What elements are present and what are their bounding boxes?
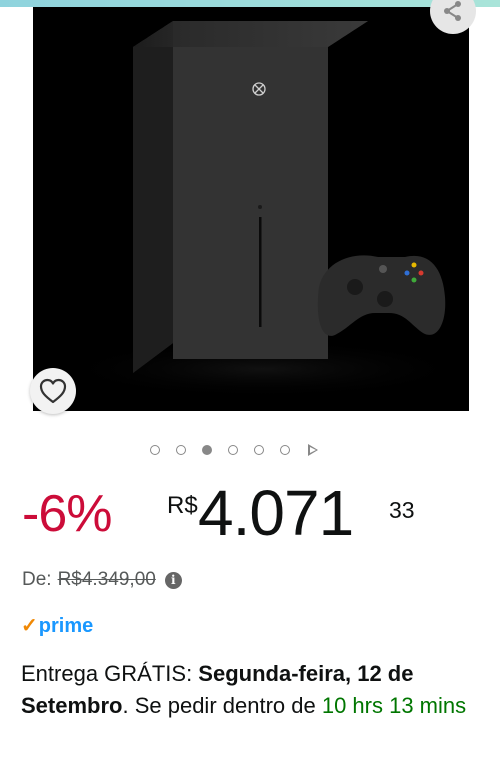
price-currency: R$ [167, 492, 198, 519]
delivery-countdown: 10 hrs 13 mins [321, 693, 467, 718]
top-color-bar [0, 0, 500, 7]
carousel-dot-active[interactable] [202, 445, 212, 455]
price-fraction: 33 [389, 497, 415, 523]
xbox-series-x-photo [33, 7, 469, 411]
delivery-middle: . Se pedir dentro de [122, 693, 322, 718]
price-whole: 4.071 [198, 477, 354, 549]
favorite-button[interactable] [30, 368, 76, 414]
list-price: De: R$4.349,00 i [22, 569, 182, 591]
list-price-label: De: [22, 569, 52, 590]
prime-badge: ✓ prime [21, 616, 93, 636]
product-image[interactable] [33, 7, 469, 411]
carousel-next-icon[interactable] [308, 444, 318, 456]
image-carousel-indicator [150, 444, 318, 456]
carousel-dot[interactable] [254, 445, 264, 455]
carousel-dot[interactable] [228, 445, 238, 455]
discount-percentage: -6% [22, 485, 112, 543]
delivery-prefix: Entrega GRÁTIS: [21, 661, 199, 686]
prime-label: prime [38, 615, 94, 637]
carousel-dot[interactable] [150, 445, 160, 455]
info-icon[interactable]: i [164, 571, 182, 589]
share-icon [444, 1, 461, 21]
delivery-message: Entrega GRÁTIS: Segunda-feira, 12 de Set… [21, 658, 491, 722]
carousel-dot[interactable] [176, 445, 186, 455]
carousel-dot[interactable] [280, 445, 290, 455]
list-price-value: R$4.349,00 [57, 569, 156, 590]
prime-check-icon: ✓ [21, 615, 38, 637]
heart-icon [39, 378, 67, 404]
